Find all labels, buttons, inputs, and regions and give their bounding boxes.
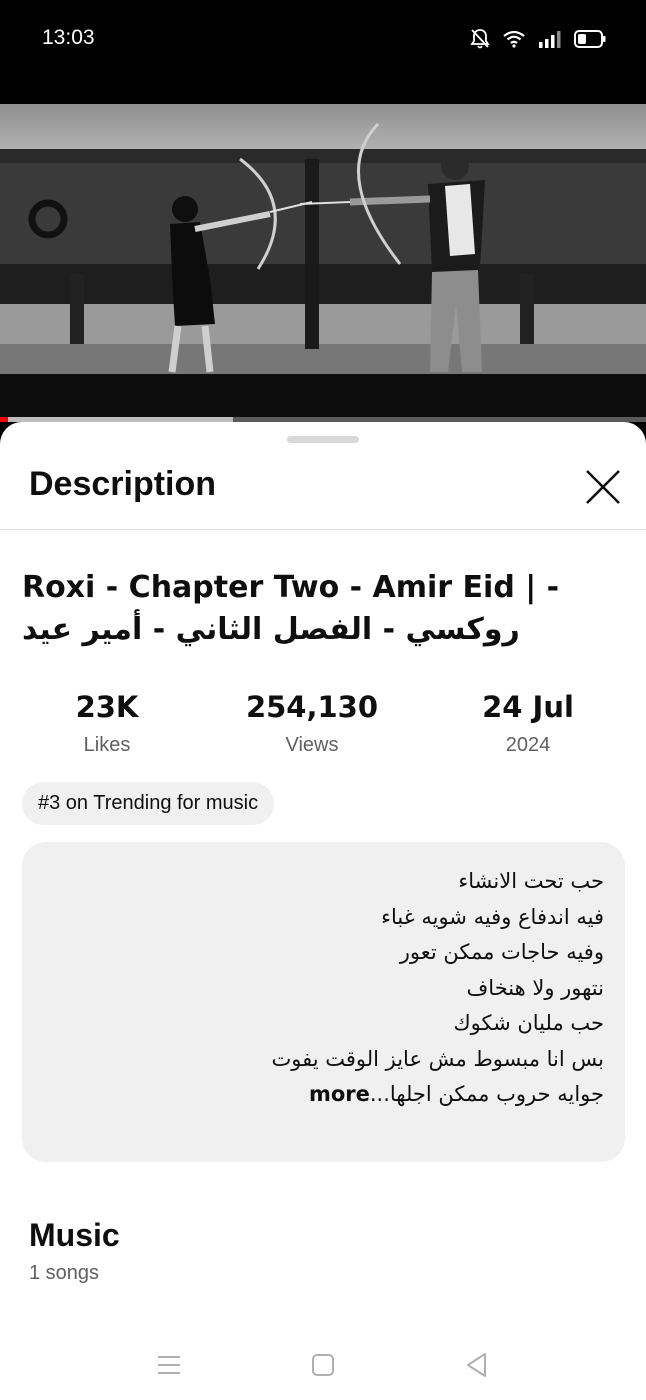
- video-title: Roxi - Chapter Two - Amir Eid | - روكسي …: [22, 570, 560, 647]
- views-count: 254,130: [245, 690, 379, 724]
- trending-chip[interactable]: #3 on Trending for music: [22, 782, 275, 825]
- more-link[interactable]: more: [309, 1077, 370, 1113]
- views-stat: 254,130 Views: [222, 690, 402, 757]
- video-frame: [0, 104, 646, 417]
- music-section-title: Music: [29, 1217, 120, 1253]
- views-label: Views: [285, 734, 339, 756]
- status-icons: [470, 28, 606, 54]
- description-last-line: more جوايه حروب ممكن اجلها...: [44, 1077, 604, 1113]
- wifi-icon: [502, 29, 526, 53]
- bell-muted-icon: [470, 28, 490, 54]
- likes-count: 23K: [75, 690, 139, 724]
- description-sheet: Description Roxi - Chapter Two - Amir Ei…: [0, 422, 646, 1400]
- publish-date: 24 Jul: [482, 690, 574, 724]
- progress-played: [0, 417, 8, 422]
- description-line: حب مليان شكوك: [453, 1011, 604, 1035]
- home-button[interactable]: [306, 1348, 340, 1382]
- description-line: فيه اندفاع وفيه شويه غباء: [381, 904, 604, 929]
- description-line: وفيه حاجات ممكن تعور: [399, 940, 604, 964]
- likes-stat: 23K Likes: [17, 690, 197, 757]
- description-text: حب تحت الانشاء فيه اندفاع وفيه شويه غباء…: [44, 864, 604, 1113]
- date-stat: 24 Jul 2024: [438, 690, 618, 757]
- description-box[interactable]: حب تحت الانشاء فيه اندفاع وفيه شويه غباء…: [22, 842, 625, 1162]
- likes-label: Likes: [83, 734, 131, 756]
- status-bar: 13:03: [0, 0, 646, 104]
- description-line: جوايه حروب ممكن اجلها...: [369, 1082, 604, 1106]
- signal-icon: [538, 29, 562, 53]
- description-line: نتهور ولا هنخاف: [466, 975, 604, 1000]
- sheet-title: Description: [29, 465, 217, 503]
- battery-icon: [574, 29, 606, 53]
- close-icon: [586, 470, 620, 504]
- video-player[interactable]: [0, 104, 646, 417]
- drag-handle[interactable]: [287, 436, 359, 443]
- music-section-count: 1 songs: [29, 1262, 100, 1284]
- system-nav-bar: [0, 1330, 646, 1400]
- publish-year: 2024: [505, 734, 551, 756]
- close-button[interactable]: [582, 466, 624, 508]
- back-icon: [467, 1353, 486, 1377]
- menu-icon: [158, 1356, 180, 1374]
- description-line: حب تحت الانشاء: [458, 869, 604, 893]
- menu-button[interactable]: [152, 1348, 186, 1382]
- divider: [0, 529, 646, 530]
- back-button[interactable]: [460, 1348, 494, 1382]
- description-line: بس انا مبسوط مش عايز الوقت يفوت: [271, 1046, 604, 1071]
- status-time: 13:03: [42, 26, 95, 49]
- home-icon: [312, 1354, 334, 1376]
